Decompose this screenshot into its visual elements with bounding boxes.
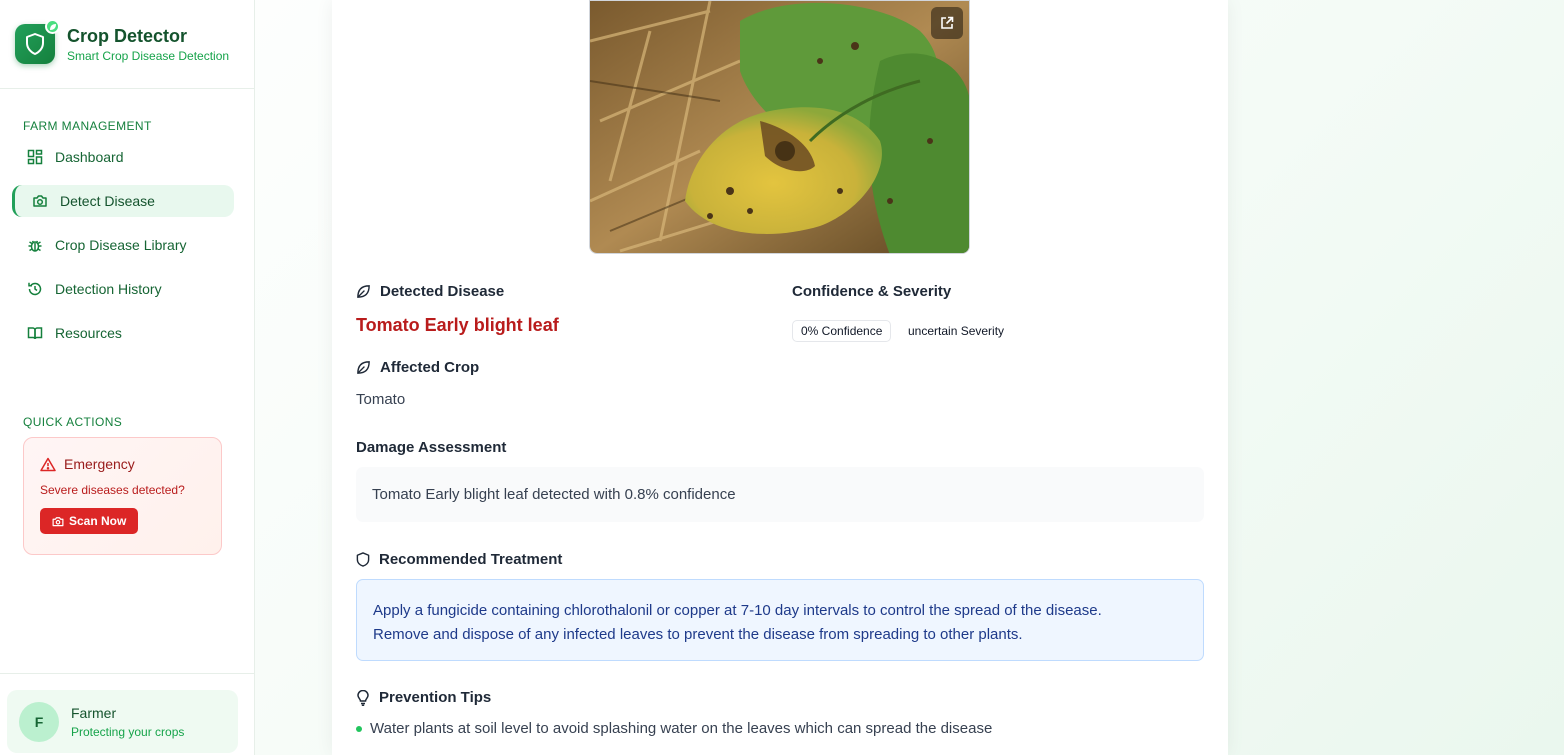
shield-icon	[356, 552, 370, 567]
quick-actions-label: QUICK ACTIONS	[23, 415, 123, 429]
sidebar-item-label: Detect Disease	[60, 193, 155, 209]
disease-name: Tomato Early blight leaf	[356, 315, 559, 335]
avatar: F	[19, 701, 59, 742]
book-icon	[27, 327, 43, 340]
external-link-icon	[941, 16, 954, 29]
recommended-treatment-heading: Recommended Treatment	[356, 551, 562, 568]
emergency-card: Emergency Severe diseases detected? Scan…	[23, 437, 222, 555]
sidebar-item-label: Dashboard	[55, 149, 124, 165]
lightbulb-icon	[357, 689, 369, 706]
brand-header: Crop Detector Smart Crop Disease Detecti…	[0, 0, 254, 89]
user-subtitle: Protecting your crops	[71, 724, 185, 739]
uploaded-leaf-image	[589, 0, 970, 254]
damage-assessment-text: Tomato Early blight leaf detected with 0…	[372, 486, 736, 503]
scan-now-label: Scan Now	[69, 514, 127, 528]
leaf-badge-icon	[45, 19, 60, 34]
scan-now-button[interactable]: Scan Now	[40, 508, 139, 534]
app-subtitle: Smart Crop Disease Detection	[67, 49, 230, 63]
warning-icon	[40, 457, 56, 471]
farm-management-label: FARM MANAGEMENT	[23, 119, 152, 133]
prevention-tips-heading: Prevention Tips	[356, 689, 491, 706]
sidebar-item-resources[interactable]: Resources	[12, 317, 234, 349]
confidence-severity-heading: Confidence & Severity	[792, 283, 952, 300]
damage-assessment-box: Tomato Early blight leaf detected with 0…	[356, 467, 1204, 522]
emergency-text: Severe diseases detected?	[40, 483, 185, 497]
user-name: Farmer	[71, 704, 117, 721]
prevention-tip: Water plants at soil level to avoid spla…	[356, 720, 992, 737]
leaf-icon	[357, 285, 370, 298]
detected-disease-heading: Detected Disease	[356, 283, 504, 300]
history-icon	[28, 282, 42, 296]
sidebar: Crop Detector Smart Crop Disease Detecti…	[0, 0, 255, 755]
affected-crop-value: Tomato	[356, 391, 406, 408]
treatment-line: Apply a fungicide containing chlorothalo…	[373, 602, 1102, 619]
bug-icon	[28, 240, 42, 252]
user-profile-card[interactable]: F Farmer Protecting your crops	[7, 690, 238, 753]
sidebar-item-label: Resources	[55, 325, 122, 341]
sidebar-item-detection-history[interactable]: Detection History	[12, 273, 234, 305]
bullet-icon	[356, 725, 362, 732]
camera-icon	[33, 195, 47, 207]
sidebar-item-dashboard[interactable]: Dashboard	[12, 141, 234, 173]
damage-assessment-heading: Damage Assessment	[356, 439, 507, 456]
detection-result-card: Detected Disease Tomato Early blight lea…	[332, 0, 1228, 755]
treatment-box: Apply a fungicide containing chlorothalo…	[356, 579, 1204, 661]
severity-badge: uncertain Severity	[908, 324, 1005, 338]
sidebar-divider	[0, 673, 255, 674]
camera-icon	[52, 516, 64, 526]
shield-logo-icon	[15, 19, 60, 64]
leaf-icon	[357, 361, 370, 374]
treatment-line: Remove and dispose of any infected leave…	[373, 626, 1023, 643]
app-title: Crop Detector	[67, 26, 188, 46]
sidebar-item-crop-disease-library[interactable]: Crop Disease Library	[12, 229, 234, 261]
open-external-button[interactable]	[931, 7, 963, 39]
sidebar-item-detect-disease[interactable]: Detect Disease	[12, 185, 234, 217]
sidebar-item-label: Detection History	[55, 281, 162, 297]
sidebar-item-label: Crop Disease Library	[55, 237, 187, 253]
dashboard-icon	[27, 149, 43, 165]
confidence-badge: 0% Confidence	[792, 320, 892, 342]
emergency-title: Emergency	[64, 456, 135, 472]
affected-crop-heading: Affected Crop	[356, 359, 479, 376]
